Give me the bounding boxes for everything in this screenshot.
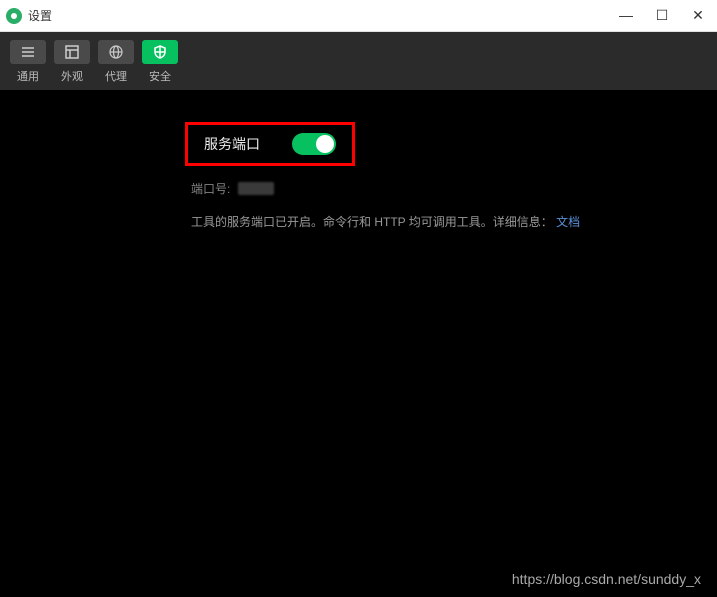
tab-toolbar: 通用 外观 代理 安全	[0, 32, 717, 90]
close-button[interactable]: ✕	[691, 7, 705, 24]
watermark-text: https://blog.csdn.net/sunddy_x	[512, 571, 701, 587]
window-controls: — ☐ ✕	[619, 7, 705, 24]
window-title: 设置	[28, 7, 52, 24]
doc-link[interactable]: 文档	[556, 215, 580, 229]
description-text: 工具的服务端口已开启。命令行和 HTTP 均可调用工具。详细信息： 文档	[191, 213, 717, 230]
port-value-hidden	[238, 182, 274, 195]
titlebar: 设置 — ☐ ✕	[0, 0, 717, 32]
port-number-row: 端口号:	[191, 180, 717, 197]
tab-label: 外观	[61, 68, 83, 84]
tab-label: 通用	[17, 68, 39, 84]
tab-label: 安全	[149, 68, 171, 84]
shield-icon	[142, 40, 178, 64]
tab-general[interactable]: 通用	[10, 40, 46, 84]
tab-label: 代理	[105, 68, 127, 84]
minimize-button[interactable]: —	[619, 7, 633, 24]
port-label: 端口号:	[191, 180, 230, 197]
service-port-toggle[interactable]	[292, 133, 336, 155]
app-icon	[6, 8, 22, 24]
description-prefix: 工具的服务端口已开启。命令行和 HTTP 均可调用工具。详细信息：	[191, 215, 553, 229]
layout-icon	[54, 40, 90, 64]
globe-icon	[98, 40, 134, 64]
maximize-button[interactable]: ☐	[655, 7, 669, 24]
list-icon	[10, 40, 46, 64]
tab-security[interactable]: 安全	[142, 40, 178, 84]
tab-appearance[interactable]: 外观	[54, 40, 90, 84]
highlight-annotation: 服务端口	[185, 122, 355, 166]
service-port-label: 服务端口	[204, 134, 260, 154]
titlebar-left: 设置	[6, 7, 52, 24]
tab-proxy[interactable]: 代理	[98, 40, 134, 84]
content-area: 服务端口 端口号: 工具的服务端口已开启。命令行和 HTTP 均可调用工具。详细…	[0, 90, 717, 597]
